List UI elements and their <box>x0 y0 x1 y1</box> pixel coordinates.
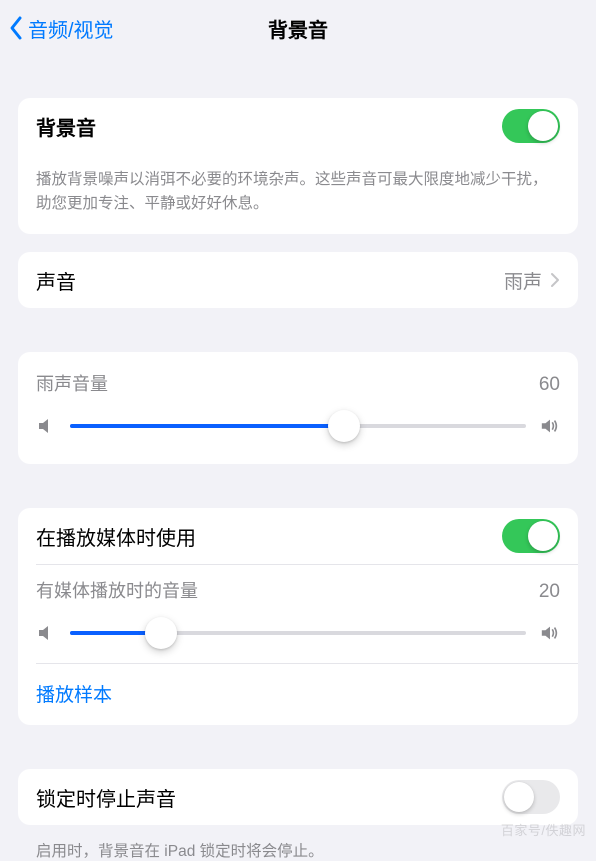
background-sound-label: 背景音 <box>36 112 96 141</box>
group-media-playback: 在播放媒体时使用 有媒体播放时的音量 20 <box>18 508 578 725</box>
watermark: 百家号/佚趣网 <box>501 820 586 839</box>
back-label: 音频/视觉 <box>28 14 114 43</box>
volume-max-icon <box>540 623 560 643</box>
chevron-left-icon <box>8 15 26 41</box>
background-sound-description: 播放背景噪声以消弭不必要的环境杂声。这些声音可最大限度地减少干扰，助您更加专注、… <box>18 154 578 234</box>
volume-min-icon <box>36 623 56 643</box>
sound-value: 雨声 <box>504 267 542 294</box>
media-volume-slider[interactable] <box>70 617 526 649</box>
stop-on-lock-label: 锁定时停止声音 <box>36 783 176 812</box>
media-volume-header: 有媒体播放时的音量 20 <box>18 565 578 603</box>
back-button[interactable]: 音频/视觉 <box>8 14 114 43</box>
slider-thumb[interactable] <box>145 617 177 649</box>
stop-on-lock-switch[interactable] <box>502 780 560 814</box>
rain-volume-value: 60 <box>539 374 560 396</box>
use-with-media-label: 在播放媒体时使用 <box>36 522 196 551</box>
slider-thumb[interactable] <box>328 410 360 442</box>
chevron-right-icon <box>550 272 560 288</box>
switch-knob <box>528 521 558 551</box>
slider-fill <box>70 424 344 428</box>
media-volume-label: 有媒体播放时的音量 <box>36 577 198 603</box>
background-sound-switch[interactable] <box>502 109 560 143</box>
row-stop-on-lock: 锁定时停止声音 <box>18 769 578 825</box>
row-background-sound-toggle: 背景音 <box>18 98 578 154</box>
group-stop-on-lock: 锁定时停止声音 <box>18 769 578 825</box>
stop-on-lock-description: 启用时，背景音在 iPad 锁定时将会停止。 <box>18 825 578 861</box>
switch-knob <box>528 111 558 141</box>
group-rain-volume: 雨声音量 60 <box>18 352 578 464</box>
group-background-sound: 背景音 播放背景噪声以消弭不必要的环境杂声。这些声音可最大限度地减少干扰，助您更… <box>18 98 578 234</box>
rain-volume-slider[interactable] <box>70 410 526 442</box>
row-use-with-media: 在播放媒体时使用 <box>18 508 578 564</box>
media-volume-value: 20 <box>539 581 560 603</box>
group-sound-select: 声音 雨声 <box>18 252 578 308</box>
rain-volume-header: 雨声音量 60 <box>18 352 578 396</box>
play-sample-button[interactable]: 播放样本 <box>18 664 578 725</box>
rain-volume-label: 雨声音量 <box>36 370 108 396</box>
volume-min-icon <box>36 416 56 436</box>
nav-header: 音频/视觉 背景音 <box>0 0 596 56</box>
switch-knob <box>504 782 534 812</box>
row-sound-select[interactable]: 声音 雨声 <box>18 252 578 308</box>
sound-label: 声音 <box>36 266 76 295</box>
use-with-media-switch[interactable] <box>502 519 560 553</box>
volume-max-icon <box>540 416 560 436</box>
